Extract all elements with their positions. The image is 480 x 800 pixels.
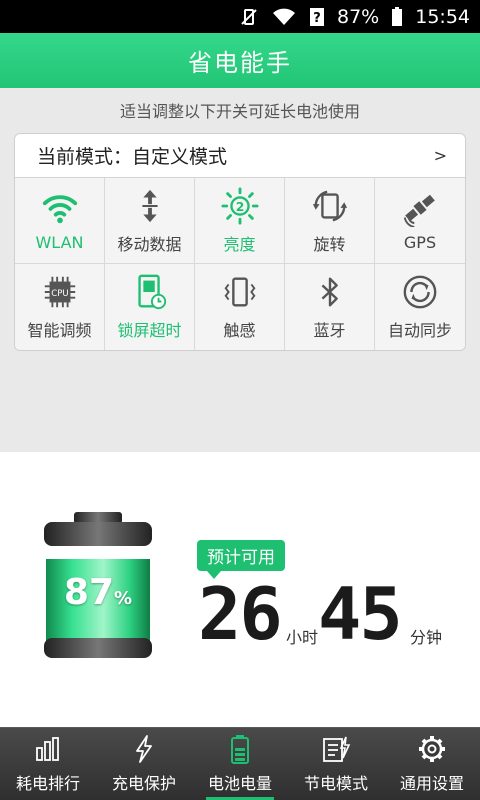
battery-icon <box>231 735 249 764</box>
toggle-label: 锁屏超时 <box>117 321 182 340</box>
vibrate-off-icon <box>239 7 259 27</box>
toggle-label: GPS <box>403 233 437 252</box>
tab-label: 充电保护 <box>111 774 176 793</box>
toggle-brightness[interactable]: 2 亮度 <box>195 178 285 264</box>
vibrate-icon <box>224 277 255 307</box>
toggle-haptic[interactable]: 触感 <box>195 264 285 350</box>
toggle-grid: WLAN 移动数据 2 亮度 旋转 GPS CPU 智能调频 锁屏超时 触感 蓝… <box>15 178 465 350</box>
sync-icon <box>403 275 437 309</box>
battery-percent-unit: % <box>114 588 133 609</box>
tab-power-ranking[interactable]: 耗电排行 <box>0 728 96 800</box>
minutes-unit: 分钟 <box>410 628 443 647</box>
cpu-icon: CPU <box>44 276 75 308</box>
battery-percent: 87% <box>40 572 156 613</box>
tab-general-settings[interactable]: 通用设置 <box>384 728 480 800</box>
svg-text:?: ? <box>313 11 321 26</box>
tab-power-save-mode[interactable]: 节电模式 <box>288 728 384 800</box>
bottom-tab-bar: 耗电排行 充电保护 电池电量 节电模式 通用设置 <box>0 727 480 800</box>
tab-label: 通用设置 <box>399 774 464 793</box>
toggle-label: 蓝牙 <box>313 321 346 340</box>
tab-label: 电池电量 <box>207 774 272 793</box>
rotate-icon <box>312 190 347 221</box>
tab-charge-protection[interactable]: 充电保护 <box>96 728 192 800</box>
toggle-mobile-data[interactable]: 移动数据 <box>105 178 195 264</box>
tab-battery-level[interactable]: 电池电量 <box>192 728 288 800</box>
toggle-rotation[interactable]: 旋转 <box>285 178 375 264</box>
gps-satellite-icon <box>403 194 435 227</box>
toggle-auto-sync[interactable]: 自动同步 <box>375 264 465 350</box>
brightness-icon: 2 <box>220 186 259 225</box>
app-header: 省电能手 <box>0 33 480 88</box>
wifi-icon <box>42 195 77 224</box>
battery-info-section: 87% 预计可用 26 小时 45 分钟 <box>0 452 480 727</box>
svg-text:2: 2 <box>235 199 244 213</box>
tab-label: 耗电排行 <box>15 774 80 793</box>
battery-status-icon <box>391 6 403 27</box>
chevron-right-icon: > <box>433 146 447 165</box>
toggle-label: 亮度 <box>223 234 256 254</box>
hours-unit: 小时 <box>286 628 319 647</box>
current-mode-row[interactable]: 当前模式：自定义模式 > <box>15 134 465 178</box>
battery-percent-status: 87% <box>337 5 380 28</box>
status-bar: ? 87% 15:54 <box>0 0 480 33</box>
svg-text:CPU: CPU <box>51 289 68 299</box>
estimate-badge: 预计可用 <box>197 540 285 579</box>
gear-icon <box>419 736 445 762</box>
bluetooth-icon <box>321 277 338 307</box>
tab-label: 节电模式 <box>303 774 368 793</box>
minutes-value: 45 <box>318 572 403 656</box>
hint-text: 适当调整以下开关可延长电池使用 <box>119 102 360 121</box>
battery-graphic: 87% <box>40 512 156 662</box>
clock: 15:54 <box>415 5 470 28</box>
toggle-label: WLAN <box>35 233 84 252</box>
toggle-wlan[interactable]: WLAN <box>15 178 105 264</box>
lightning-icon <box>136 735 152 763</box>
hours-value: 26 <box>198 572 283 656</box>
toggle-bluetooth[interactable]: 蓝牙 <box>285 264 375 350</box>
toggle-label: 移动数据 <box>117 234 182 254</box>
page-title: 省电能手 <box>188 49 292 77</box>
toggle-screen-timeout[interactable]: 锁屏超时 <box>105 264 195 350</box>
power-settings-panel: 当前模式：自定义模式 > WLAN 移动数据 2 亮度 旋转 GPS CPU 智… <box>14 133 466 351</box>
wifi-signal-icon <box>271 7 297 27</box>
toggle-gps[interactable]: GPS <box>375 178 465 264</box>
toggle-smart-frequency[interactable]: CPU 智能调频 <box>15 264 105 350</box>
toggle-label: 自动同步 <box>387 321 452 340</box>
alert-icon: ? <box>309 7 325 27</box>
bar-chart-icon <box>36 737 59 761</box>
mobile-data-icon <box>141 189 158 222</box>
battery-percent-value: 87 <box>63 572 115 613</box>
power-save-icon <box>323 736 351 762</box>
screen-timeout-icon <box>137 274 166 310</box>
toggle-label: 旋转 <box>313 234 346 254</box>
toggle-label: 触感 <box>223 321 256 340</box>
toggle-label: 智能调频 <box>27 321 92 340</box>
current-mode-label: 当前模式：自定义模式 <box>37 146 228 168</box>
